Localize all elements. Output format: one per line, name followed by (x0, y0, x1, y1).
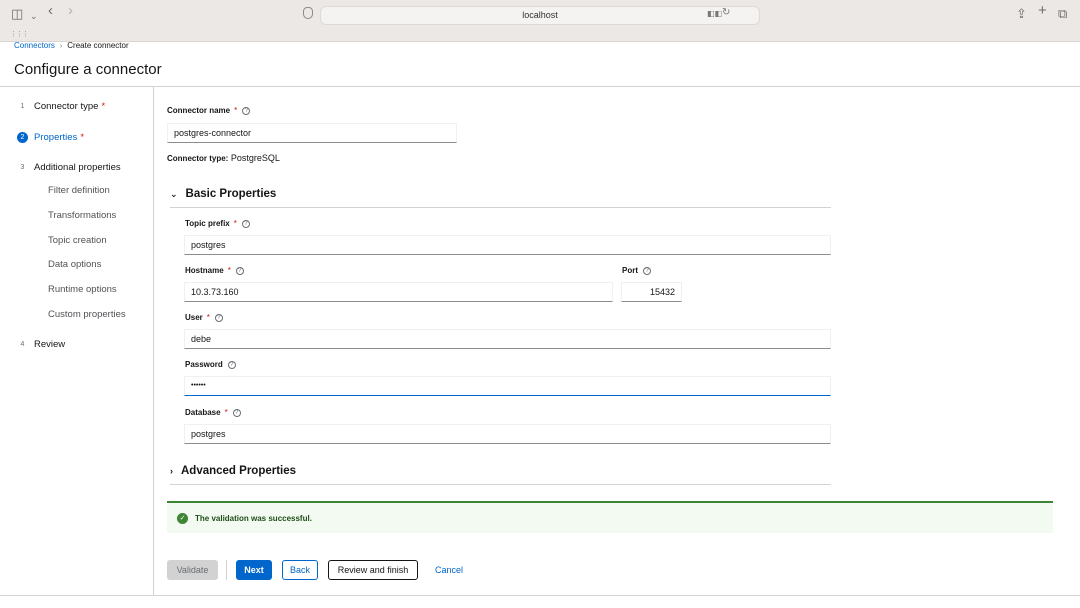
password-label: Password ? (185, 360, 236, 369)
nav-divider (153, 87, 154, 595)
nav-substep-topic-creation[interactable]: Topic creation (48, 235, 107, 246)
browser-toolbar: ◫ ⌄ ‹ › localhost ◧◧ ↻ ⇪ + ⧉ ⋮⋮⋮ (0, 0, 1080, 42)
help-icon[interactable]: ? (232, 408, 241, 417)
share-icon[interactable]: ⇪ (1016, 6, 1027, 22)
nav-step-label: Additional properties (34, 162, 121, 173)
basic-properties-toggle[interactable]: ⌄ Basic Properties (170, 188, 276, 200)
nav-step-properties[interactable]: 2 Properties * (17, 132, 84, 143)
grid-icon[interactable]: ⋮⋮⋮ (10, 30, 29, 38)
port-label: Port ? (622, 266, 651, 275)
chevron-down-icon[interactable]: ⌄ (30, 8, 38, 24)
validate-button[interactable]: Validate (167, 560, 218, 580)
new-tab-icon[interactable]: + (1038, 3, 1047, 19)
address-bar[interactable]: localhost (320, 6, 760, 25)
connector-type-label: Connector type: (167, 154, 229, 163)
footer-divider (0, 595, 1080, 596)
label-text: User (185, 313, 203, 322)
nav-step-label: Connector type (34, 101, 99, 112)
check-circle-icon: ✓ (177, 512, 188, 524)
user-label: User * ? (185, 313, 223, 322)
required-marker: * (227, 266, 231, 275)
help-icon[interactable]: ? (235, 266, 244, 275)
tabs-icon[interactable]: ⧉ (1058, 6, 1067, 22)
nav-step-connector-type[interactable]: 1 Connector type * (17, 101, 106, 112)
breadcrumb: Connectors › Create connector (14, 41, 129, 50)
nav-substep-transformations[interactable]: Transformations (48, 210, 116, 221)
forward-icon[interactable]: › (68, 3, 73, 19)
required-marker: * (224, 408, 228, 417)
section-title: Advanced Properties (181, 465, 297, 477)
review-finish-button[interactable]: Review and finish (328, 560, 418, 580)
section-divider (170, 484, 831, 485)
label-text: Port (622, 266, 638, 275)
password-input[interactable]: •••••• (184, 376, 831, 396)
label-text: Topic prefix (185, 219, 230, 228)
connector-name-label: Connector name * ? (167, 106, 251, 115)
header-divider (0, 86, 1080, 87)
reload-icon[interactable]: ↻ (722, 7, 730, 18)
hostname-label: Hostname * ? (185, 266, 244, 275)
help-icon[interactable]: ? (227, 360, 236, 369)
help-icon[interactable]: ? (242, 106, 251, 115)
validation-success-alert: ✓ The validation was successful. (167, 501, 1053, 533)
label-text: Connector name (167, 106, 231, 115)
chevron-down-icon: ⌄ (170, 188, 178, 199)
nav-step-label: Properties (34, 132, 78, 143)
shield-icon[interactable] (303, 7, 313, 19)
sidebar-icon[interactable]: ◫ (11, 6, 23, 22)
label-text: Password (185, 360, 223, 369)
topic-prefix-label: Topic prefix * ? (185, 219, 250, 228)
label-text: Hostname (185, 266, 224, 275)
help-icon[interactable]: ? (241, 219, 250, 228)
nav-substep-filter-definition[interactable]: Filter definition (48, 185, 110, 196)
user-input[interactable]: debe (184, 329, 831, 349)
translate-icon[interactable]: ◧◧ (707, 9, 722, 18)
required-marker: * (233, 219, 237, 228)
alert-message: The validation was successful. (195, 513, 312, 523)
advanced-properties-toggle[interactable]: › Advanced Properties (170, 465, 296, 477)
nav-substep-data-options[interactable]: Data options (48, 259, 101, 270)
required-marker: * (206, 313, 210, 322)
help-icon[interactable]: ? (214, 313, 223, 322)
label-text: Database (185, 408, 221, 417)
section-divider (170, 207, 831, 208)
step-number: 2 (17, 132, 28, 143)
required-marker: * (80, 132, 85, 143)
cancel-button[interactable]: Cancel (428, 560, 470, 580)
required-marker: * (101, 101, 106, 112)
database-input[interactable]: postgres (184, 424, 831, 444)
chevron-right-icon: › (170, 466, 173, 476)
breadcrumb-separator-icon: › (59, 43, 63, 50)
nav-substep-custom-properties[interactable]: Custom properties (48, 309, 126, 320)
port-input[interactable]: 15432 (621, 282, 682, 302)
nav-step-additional-properties[interactable]: 3 Additional properties (17, 162, 121, 173)
nav-step-label: Review (34, 339, 66, 350)
back-button[interactable]: Back (282, 560, 318, 580)
connector-name-input[interactable]: postgres-connector (167, 123, 457, 143)
page-title: Configure a connector (14, 61, 162, 78)
hostname-input[interactable]: 10.3.73.160 (184, 282, 613, 302)
topic-prefix-input[interactable]: postgres (184, 235, 831, 255)
nav-substep-runtime-options[interactable]: Runtime options (48, 284, 117, 295)
step-number: 4 (20, 341, 25, 348)
button-divider (226, 560, 227, 580)
back-icon[interactable]: ‹ (48, 3, 53, 19)
breadcrumb-connectors-link[interactable]: Connectors (14, 41, 55, 50)
next-button[interactable]: Next (236, 560, 272, 580)
step-number: 3 (20, 164, 25, 171)
breadcrumb-current: Create connector (67, 41, 129, 50)
connector-type-value: PostgreSQL (230, 153, 280, 163)
section-title: Basic Properties (185, 188, 277, 200)
step-number: 1 (20, 103, 25, 110)
nav-step-review[interactable]: 4 Review (17, 339, 66, 350)
connector-type-row: Connector type: PostgreSQL (167, 153, 280, 163)
database-label: Database * ? (185, 408, 241, 417)
required-marker: * (234, 106, 238, 115)
help-icon[interactable]: ? (643, 266, 651, 275)
